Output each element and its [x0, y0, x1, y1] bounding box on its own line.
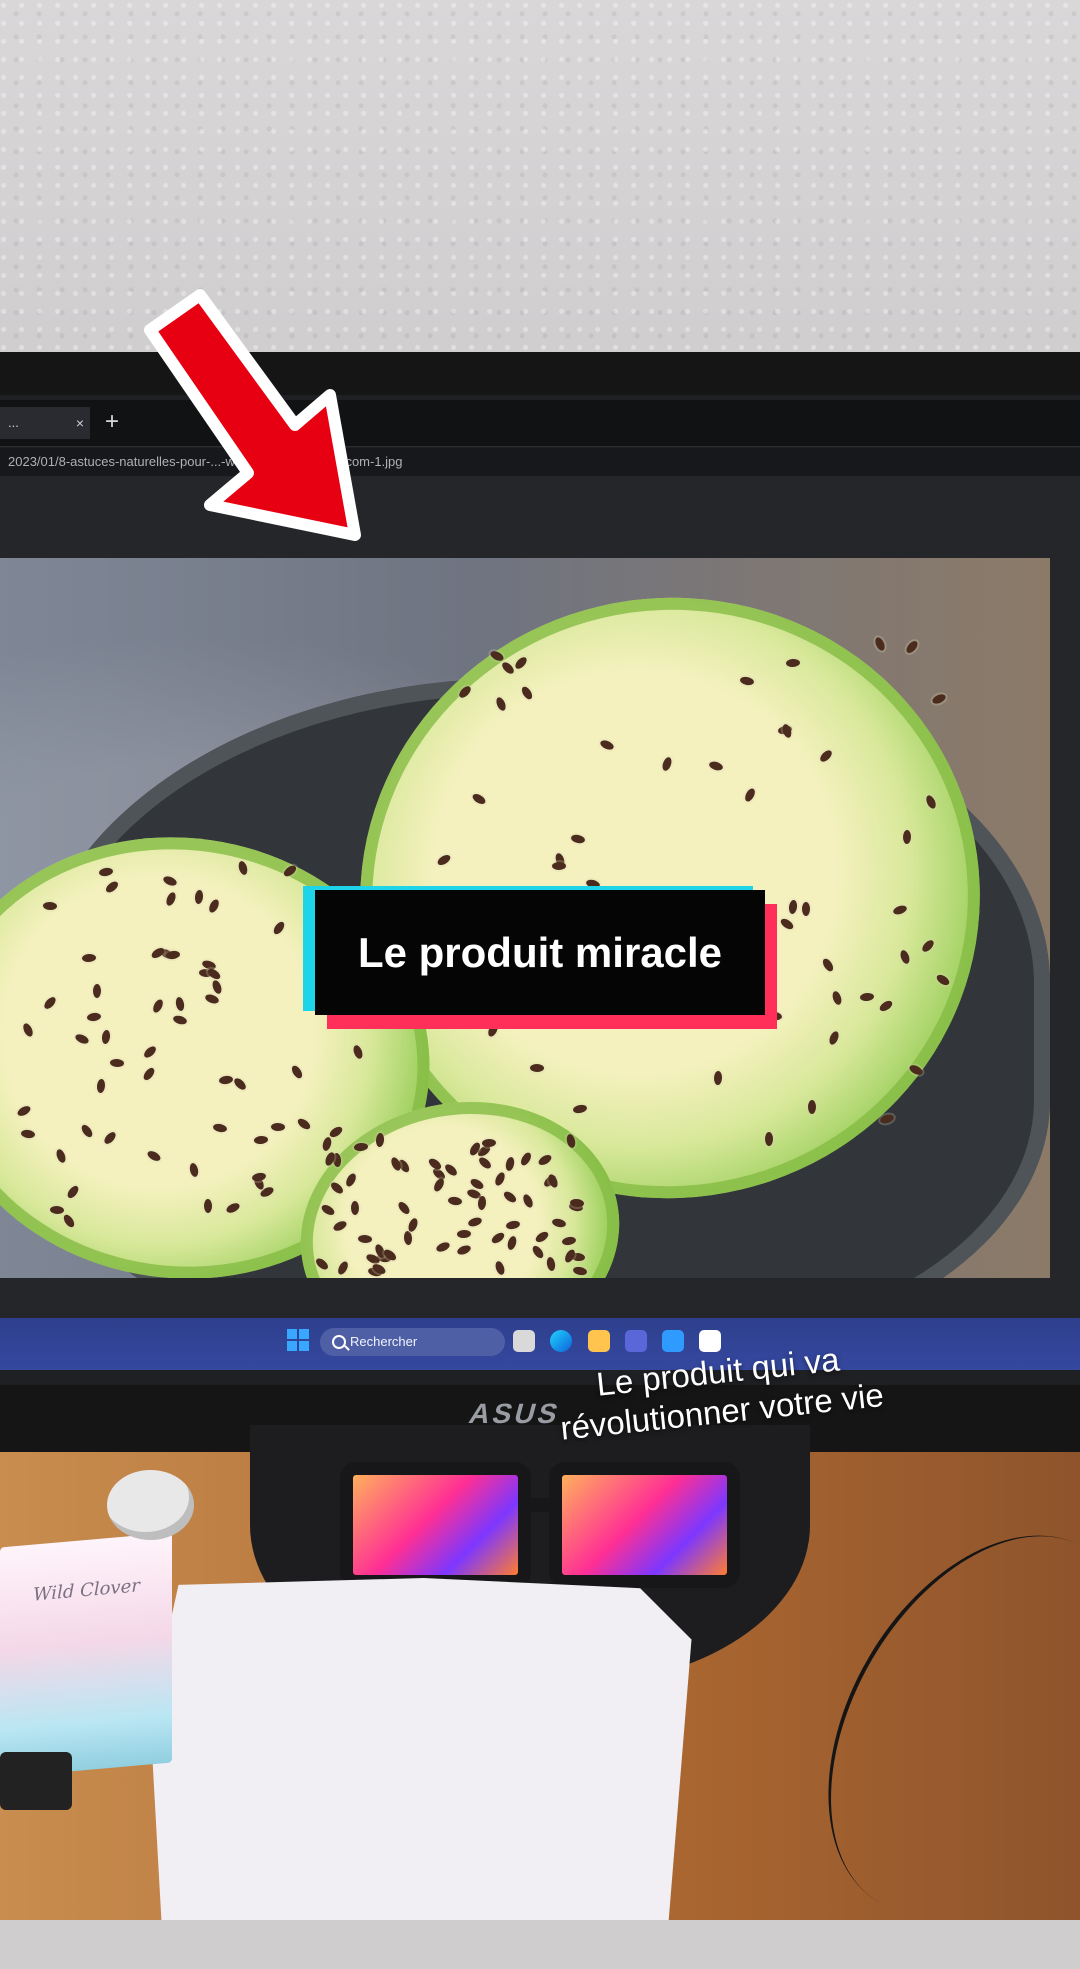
- white-disc: [107, 1470, 194, 1540]
- fruit-fly: [905, 639, 920, 655]
- taskbar-search[interactable]: Rechercher: [320, 1328, 505, 1356]
- folder-icon[interactable]: [588, 1330, 610, 1352]
- fruit-fly: [350, 1201, 358, 1215]
- cosmetic-box: Wild Clover: [0, 1532, 172, 1777]
- red-arrow-icon: [130, 285, 390, 555]
- main-caption: Le produit miracle: [315, 890, 765, 1015]
- sunglasses: [340, 1440, 740, 1575]
- new-tab-button[interactable]: +: [105, 408, 119, 436]
- box-label: Wild Clover: [14, 1574, 159, 1608]
- dropbox-icon[interactable]: [699, 1330, 721, 1352]
- left-lens: [340, 1462, 531, 1588]
- store-icon[interactable]: [625, 1330, 647, 1352]
- browser-tab-label: ...: [8, 415, 19, 430]
- close-icon[interactable]: ×: [76, 407, 84, 439]
- search-label: Rechercher: [350, 1334, 417, 1349]
- browser-tab[interactable]: ... ×: [0, 407, 90, 439]
- fruit-fly: [808, 1100, 816, 1114]
- glasses-bridge: [525, 1498, 555, 1512]
- search-icon: [332, 1335, 346, 1349]
- fruit-fly: [765, 1132, 773, 1146]
- mail-icon[interactable]: [662, 1330, 684, 1352]
- right-lens: [549, 1462, 740, 1588]
- widget-icon[interactable]: [513, 1330, 535, 1352]
- fruit-fly: [874, 636, 887, 652]
- white-paper: [150, 1578, 720, 1920]
- usb-device: [0, 1752, 72, 1810]
- edge-icon[interactable]: [550, 1330, 572, 1352]
- windows-icon[interactable]: [287, 1329, 309, 1351]
- fruit-fly: [713, 1071, 722, 1085]
- fruit-fly: [931, 693, 947, 706]
- caption-box: Le produit miracle: [315, 890, 765, 1025]
